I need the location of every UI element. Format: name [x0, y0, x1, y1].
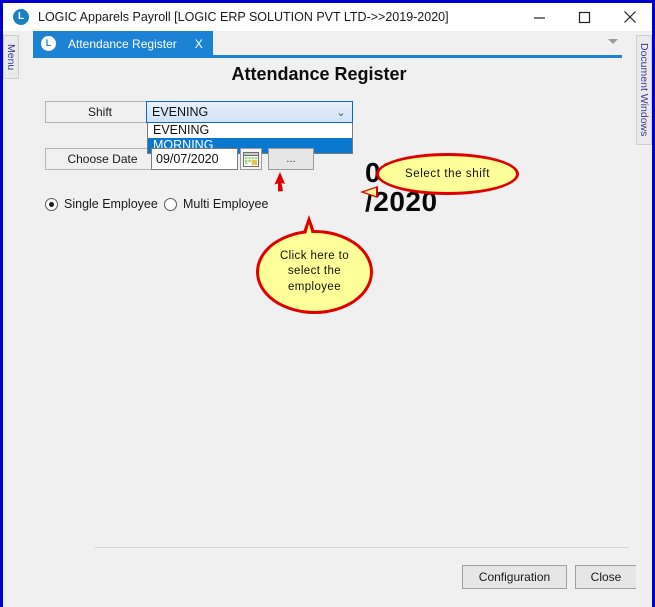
application-window: L LOGIC Apparels Payroll [LOGIC ERP SOLU…: [0, 0, 655, 607]
radio-multi-employee-indicator: [164, 197, 177, 211]
date-input[interactable]: 09/07/2020: [151, 148, 238, 170]
document-windows-rail: Document Windows: [636, 31, 652, 607]
radio-multi-employee[interactable]: Multi Employee: [164, 197, 268, 211]
chevron-down-icon[interactable]: [608, 39, 618, 44]
app-logo-icon: L: [13, 9, 29, 25]
radio-single-employee-indicator: [45, 197, 58, 211]
menu-rail-tab[interactable]: Menu: [3, 35, 19, 79]
maximize-button[interactable]: [562, 3, 607, 31]
choose-date-label: Choose Date: [45, 148, 160, 170]
window-title: LOGIC Apparels Payroll [LOGIC ERP SOLUTI…: [38, 10, 449, 24]
configuration-button[interactable]: Configuration: [462, 565, 567, 589]
document-windows-rail-tab[interactable]: Document Windows: [636, 35, 652, 145]
tab-close-icon[interactable]: X: [191, 38, 207, 50]
minimize-icon: [534, 16, 545, 19]
callout-select-employee: Click here to select the employee: [256, 230, 373, 314]
employee-browse-button[interactable]: ...: [268, 148, 314, 170]
callout-select-shift: Select the shift: [376, 153, 519, 195]
tab-strip: L Attendance Register X: [19, 31, 636, 58]
shift-combobox[interactable]: EVENING ⌄: [146, 101, 353, 123]
tab-attendance-register[interactable]: L Attendance Register X: [33, 31, 213, 56]
form-client-area: Attendance Register Shift EVENING ⌄ EVEN…: [19, 58, 637, 607]
page-title: Attendance Register: [231, 64, 407, 84]
radio-single-employee-label: Single Employee: [64, 197, 158, 211]
tab-label: Attendance Register: [68, 36, 177, 51]
footer-separator: [95, 547, 629, 548]
dropdown-option-evening[interactable]: EVENING: [148, 123, 352, 138]
shift-label: Shift: [45, 101, 155, 123]
close-icon: [623, 11, 636, 23]
menu-rail: Menu: [3, 31, 19, 607]
title-bar: L LOGIC Apparels Payroll [LOGIC ERP SOLU…: [3, 3, 652, 31]
callout-shift-tail-inner: [364, 188, 376, 196]
close-form-button[interactable]: Close: [575, 565, 637, 589]
radio-single-employee[interactable]: Single Employee: [45, 197, 158, 211]
chevron-down-icon[interactable]: ⌄: [330, 106, 352, 119]
minimize-button[interactable]: [517, 3, 562, 31]
close-button[interactable]: [607, 3, 652, 31]
pointer-arrow-icon: [274, 172, 285, 192]
calendar-picker-button[interactable]: [240, 148, 262, 170]
shift-combobox-value: EVENING: [152, 105, 209, 119]
tab-logo-icon: L: [41, 36, 56, 51]
calendar-icon: [243, 151, 259, 167]
maximize-icon: [578, 11, 591, 23]
callout-employee-tail-inner: [305, 224, 313, 238]
radio-multi-employee-label: Multi Employee: [183, 197, 269, 211]
